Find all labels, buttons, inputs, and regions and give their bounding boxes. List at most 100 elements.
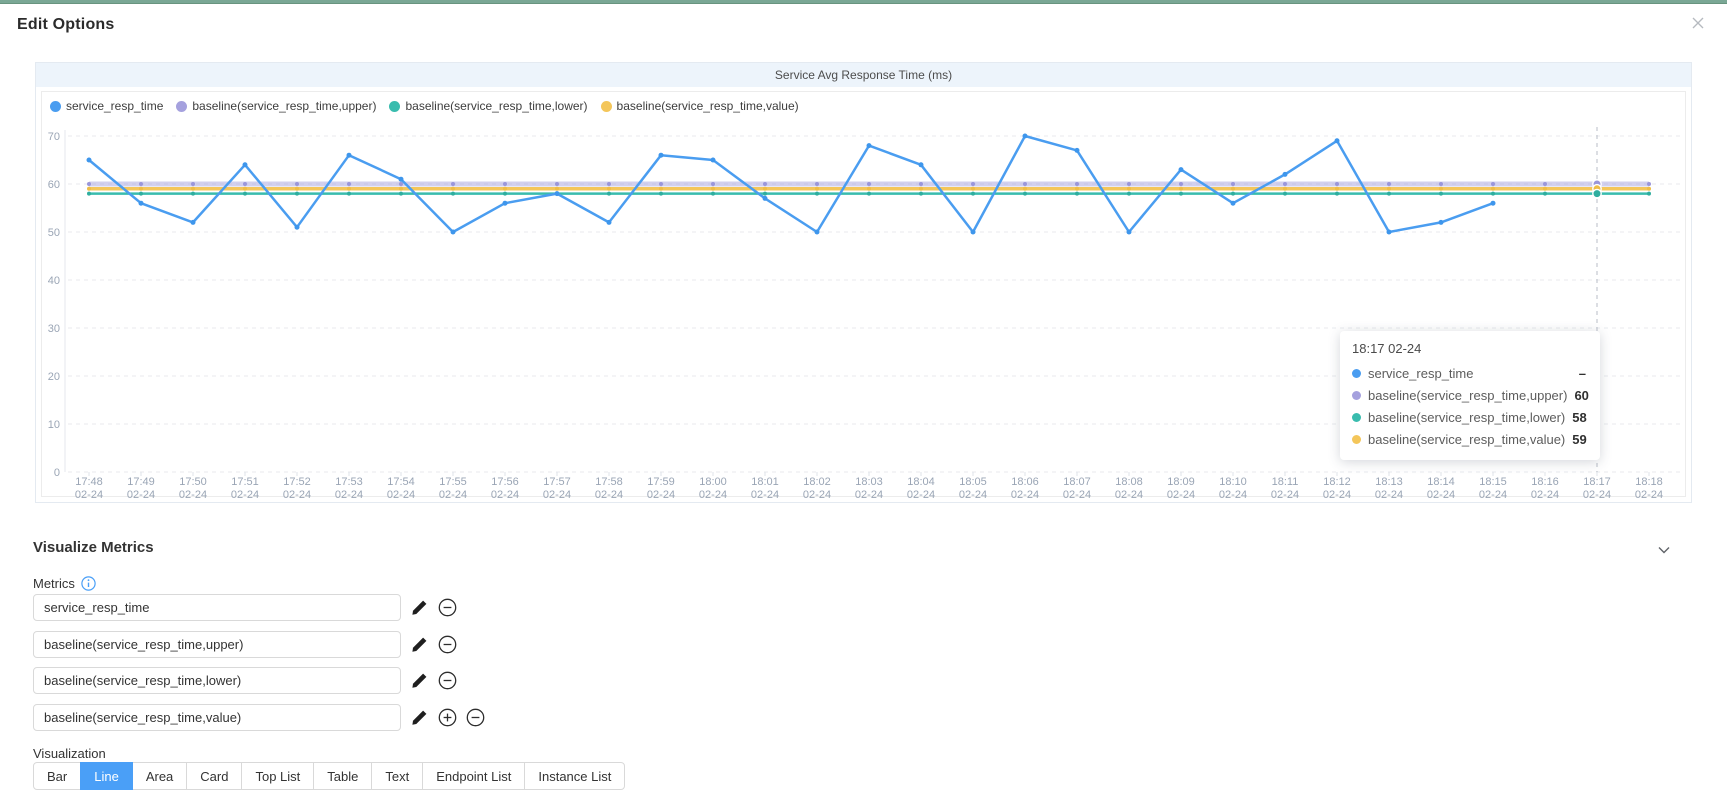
x-axis-time: 17:50 [179, 476, 207, 488]
data-point [971, 192, 975, 196]
remove-metric-icon[interactable] [466, 708, 485, 727]
data-point [1283, 187, 1287, 191]
data-point [1127, 230, 1132, 235]
viz-option-table[interactable]: Table [313, 762, 372, 790]
x-axis-time: 18:05 [959, 476, 987, 488]
legend-item-baseline(service_resp_time,upper)[interactable]: baseline(service_resp_time,upper) [176, 99, 376, 113]
data-point [1283, 172, 1288, 177]
y-axis-label: 50 [48, 227, 60, 239]
visualization-button-group: BarLineAreaCardTop ListTableTextEndpoint… [33, 762, 625, 790]
viz-option-bar[interactable]: Bar [33, 762, 81, 790]
tooltip-series-value: 60 [1574, 388, 1588, 403]
data-point [295, 182, 299, 186]
viz-option-endpoint-list[interactable]: Endpoint List [422, 762, 525, 790]
legend-item-service_resp_time[interactable]: service_resp_time [50, 99, 163, 113]
data-point [347, 182, 351, 186]
tooltip-row: service_resp_time– [1352, 362, 1586, 384]
add-metric-icon[interactable] [438, 708, 457, 727]
data-point [711, 187, 715, 191]
data-point [763, 182, 767, 186]
data-point [919, 187, 923, 191]
data-point [815, 230, 820, 235]
metric-row [33, 631, 457, 658]
remove-metric-icon[interactable] [438, 635, 457, 654]
close-icon[interactable] [1689, 14, 1707, 32]
chevron-down-icon[interactable] [1656, 542, 1672, 558]
data-point [295, 225, 300, 230]
edit-pencil-icon[interactable] [410, 708, 429, 727]
tooltip-series-dot [1352, 369, 1361, 378]
data-point [867, 182, 871, 186]
data-point [919, 192, 923, 196]
tooltip-row: baseline(service_resp_time,upper)60 [1352, 384, 1586, 406]
data-point [919, 182, 923, 186]
data-point [191, 187, 195, 191]
legend-label: baseline(service_resp_time,lower) [405, 99, 587, 113]
data-point [659, 153, 664, 158]
data-point [1543, 192, 1547, 196]
data-point [1387, 187, 1391, 191]
metric-input[interactable] [33, 594, 401, 621]
data-point [607, 220, 612, 225]
data-point [243, 192, 247, 196]
x-axis-time: 18:08 [1115, 476, 1143, 488]
x-axis-time: 18:06 [1011, 476, 1039, 488]
series-baseline(service_resp_time,value) [87, 187, 1651, 191]
section-title-visualize-metrics: Visualize Metrics [33, 539, 154, 556]
data-point [503, 182, 507, 186]
data-point [1075, 192, 1079, 196]
viz-option-instance-list[interactable]: Instance List [524, 762, 625, 790]
x-axis-date: 02-24 [231, 489, 259, 499]
legend-dot [176, 101, 187, 112]
data-point [191, 182, 195, 186]
metric-input[interactable] [33, 667, 401, 694]
metric-input[interactable] [33, 704, 401, 731]
tooltip-series-value: 59 [1572, 432, 1586, 447]
data-point [87, 158, 92, 163]
viz-option-text[interactable]: Text [371, 762, 423, 790]
tooltip-series-dot [1352, 435, 1361, 444]
x-axis-date: 02-24 [179, 489, 207, 499]
data-point [867, 187, 871, 191]
x-axis-time: 18:11 [1272, 476, 1299, 488]
tooltip-series-dot [1352, 413, 1361, 422]
x-axis-time: 18:04 [907, 476, 935, 488]
data-point [1439, 192, 1443, 196]
legend-item-baseline(service_resp_time,value)[interactable]: baseline(service_resp_time,value) [601, 99, 799, 113]
data-point [503, 187, 507, 191]
viz-option-area[interactable]: Area [132, 762, 187, 790]
x-axis-date: 02-24 [127, 489, 155, 499]
edit-pencil-icon[interactable] [410, 671, 429, 690]
x-axis-date: 02-24 [855, 489, 883, 499]
data-point [243, 187, 247, 191]
data-point [1491, 187, 1495, 191]
x-axis-time: 17:51 [231, 476, 259, 488]
x-axis-date: 02-24 [1011, 489, 1039, 499]
edit-pencil-icon[interactable] [410, 598, 429, 617]
tooltip-series-name: baseline(service_resp_time,lower) [1368, 410, 1565, 425]
data-point [1127, 187, 1131, 191]
x-axis-time: 18:14 [1427, 476, 1455, 488]
data-point [815, 192, 819, 196]
data-point [711, 158, 716, 163]
info-icon[interactable] [81, 576, 96, 591]
remove-metric-icon[interactable] [438, 598, 457, 617]
x-axis-time: 17:53 [335, 476, 363, 488]
y-axis-label: 30 [48, 323, 60, 335]
viz-option-line[interactable]: Line [80, 762, 133, 790]
viz-option-top-list[interactable]: Top List [241, 762, 314, 790]
x-axis-time: 18:12 [1323, 476, 1351, 488]
metric-input[interactable] [33, 631, 401, 658]
data-point [1023, 192, 1027, 196]
data-point [503, 192, 507, 196]
x-axis-date: 02-24 [803, 489, 831, 499]
remove-metric-icon[interactable] [438, 671, 457, 690]
legend-item-baseline(service_resp_time,lower)[interactable]: baseline(service_resp_time,lower) [389, 99, 587, 113]
edit-pencil-icon[interactable] [410, 635, 429, 654]
x-axis-date: 02-24 [1375, 489, 1403, 499]
data-point [503, 201, 508, 206]
viz-option-card[interactable]: Card [186, 762, 242, 790]
y-axis-label: 70 [48, 131, 60, 143]
x-axis-date: 02-24 [1479, 489, 1507, 499]
x-axis-date: 02-24 [595, 489, 623, 499]
